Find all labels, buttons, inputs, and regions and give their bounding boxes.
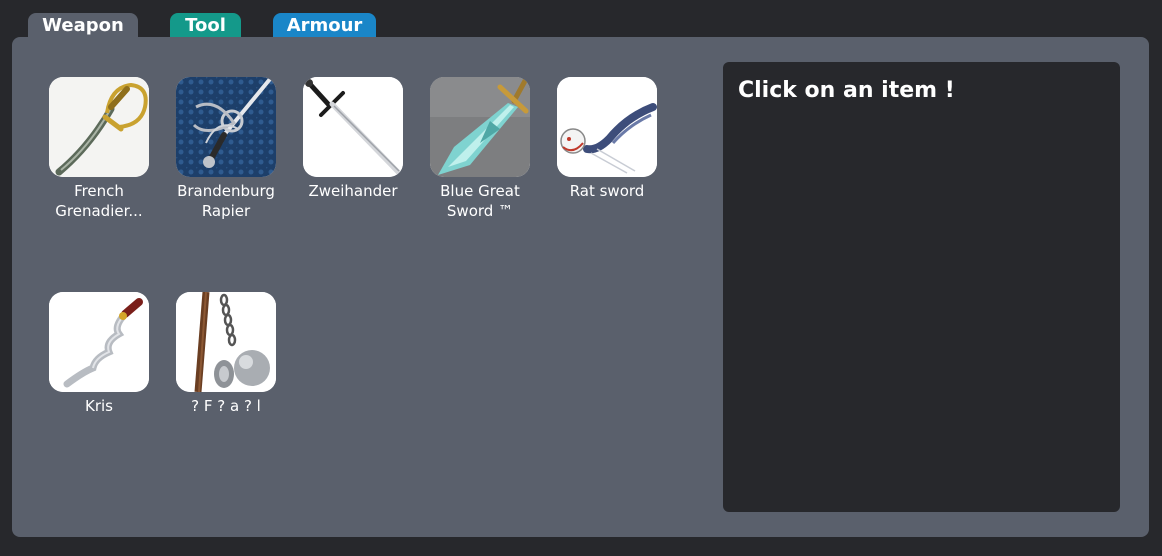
kris-icon	[49, 292, 149, 392]
item-label: Brandenburg Rapier	[177, 182, 275, 220]
item-label: ? F ? a ? l	[191, 397, 261, 415]
item-brandenburg-rapier[interactable]: Brandenburg Rapier	[166, 77, 286, 221]
item-zweihander[interactable]: Zweihander	[293, 77, 413, 201]
item-label: French Grenadier...	[55, 182, 143, 220]
greatsword-icon	[303, 77, 403, 177]
category-tabs: Weapon Tool Armour	[0, 0, 1162, 40]
tab-weapon[interactable]: Weapon	[28, 13, 138, 39]
item-blue-great-sword[interactable]: Blue Great Sword ™	[420, 77, 540, 221]
rat-sword-icon	[557, 77, 657, 177]
item-label: Kris	[85, 397, 113, 415]
blue-sword-icon	[430, 77, 530, 177]
item-label: Zweihander	[308, 182, 398, 200]
item-label: Blue Great Sword ™	[440, 182, 520, 220]
item-flail[interactable]: ? F ? a ? l	[166, 292, 286, 416]
tab-armour[interactable]: Armour	[273, 13, 376, 39]
flail-icon	[176, 292, 276, 392]
item-label: Rat sword	[569, 182, 645, 200]
tab-tool[interactable]: Tool	[170, 13, 241, 39]
item-rat-sword[interactable]: Rat sword	[547, 77, 667, 201]
item-kris[interactable]: Kris	[39, 292, 159, 416]
item-detail-pane: Click on an item !	[723, 62, 1120, 512]
detail-prompt: Click on an item !	[738, 78, 955, 103]
sabre-icon	[49, 77, 149, 177]
rapier-icon	[176, 77, 276, 177]
item-french-grenadier[interactable]: French Grenadier...	[39, 77, 159, 221]
items-panel: French Grenadier... Brandenburg Rapier Z…	[12, 37, 1149, 537]
